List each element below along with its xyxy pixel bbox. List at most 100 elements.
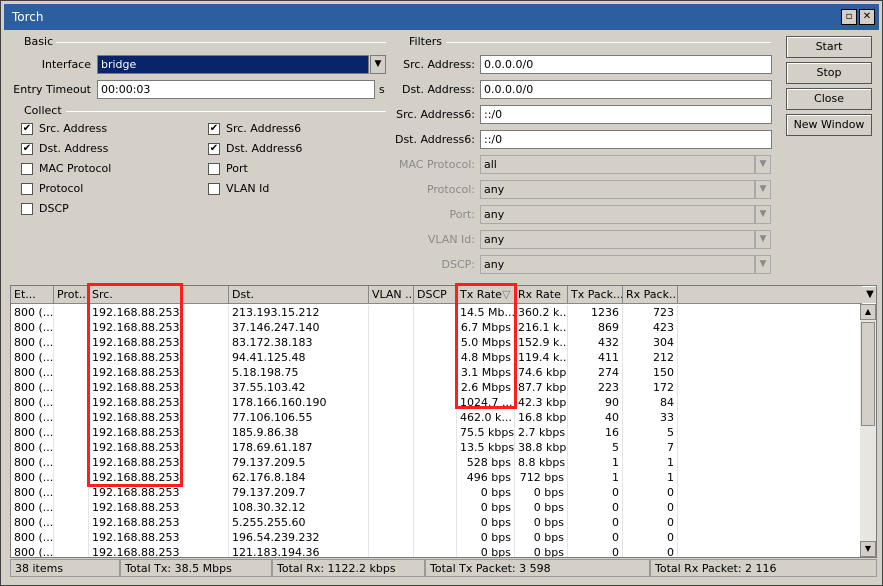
cell-dst: 196.54.239.232 (229, 530, 369, 545)
cell-vlan (369, 365, 414, 380)
vlan-id-select[interactable]: any (480, 230, 755, 249)
port-dropdown-icon[interactable]: ▼ (755, 205, 771, 224)
collect-dscp-checkbox[interactable]: DSCP (21, 202, 69, 215)
cell-dscp (414, 395, 457, 410)
table-row[interactable]: 800 (... 192.168.88.253 62.176.8.184 496 bp… (11, 470, 862, 485)
column-header-vlan[interactable]: VLAN ... (369, 286, 414, 304)
dscp-select[interactable]: any (480, 255, 755, 274)
table-row[interactable]: 800 (... 192.168.88.253 196.54.239.232 0 bp… (11, 530, 862, 545)
dst-address-label: Dst. Address: (401, 83, 475, 96)
interface-select[interactable]: bridge (97, 55, 369, 74)
protocol-select[interactable]: any (480, 180, 755, 199)
checkbox-empty-icon (208, 162, 220, 175)
cell-tx-rate: 14.5 Mb... (457, 305, 515, 320)
status-total-rx-packet: Total Rx Packet: 2 116 (650, 559, 877, 577)
cell-rx-packets: 0 (623, 500, 678, 515)
basic-divider (56, 42, 386, 43)
cell-vlan (369, 530, 414, 545)
start-button[interactable]: Start (786, 36, 872, 58)
dscp-dropdown-icon[interactable]: ▼ (755, 255, 771, 274)
collect-dst-address6-checkbox[interactable]: ✔ Dst. Address6 (208, 142, 302, 155)
table-row[interactable]: 800 (... 192.168.88.253 178.69.61.187 13.5 … (11, 440, 862, 455)
column-header-eth[interactable]: Et... (11, 286, 54, 304)
checkbox-empty-icon (208, 182, 220, 195)
status-items-count: 38 items (10, 559, 120, 577)
cell-rx-packets: 172 (623, 380, 678, 395)
table-row[interactable]: 800 (... 192.168.88.253 5.18.198.75 3.1 Mbp… (11, 365, 862, 380)
table-row[interactable]: 800 (... 192.168.88.253 108.30.32.12 0 bps 0… (11, 500, 862, 515)
table-row[interactable]: 800 (... 192.168.88.253 213.193.15.212 14.5… (11, 305, 862, 320)
table-row[interactable]: 800 (... 192.168.88.253 178.166.160.190 102… (11, 395, 862, 410)
vlan-id-dropdown-icon[interactable]: ▼ (755, 230, 771, 249)
src-address-input[interactable]: 0.0.0.0/0 (480, 55, 772, 74)
columns-menu-icon[interactable]: ▼ (862, 287, 876, 303)
cell-protocol (54, 425, 89, 440)
cell-eth: 800 (... (11, 440, 54, 455)
collect-mac-protocol-checkbox[interactable]: MAC Protocol (21, 162, 111, 175)
cell-protocol (54, 320, 89, 335)
cell-rx-packets: 150 (623, 365, 678, 380)
scroll-up-icon[interactable]: ▲ (860, 304, 876, 320)
column-header-tx-rate[interactable]: Tx Rate▽ (457, 286, 515, 304)
table-row[interactable]: 800 (... 192.168.88.253 37.55.103.42 2.6 Mb… (11, 380, 862, 395)
collect-src-address-checkbox[interactable]: ✔ Src. Address (21, 122, 107, 135)
cell-dscp (414, 320, 457, 335)
src-address6-input[interactable]: ::/0 (480, 105, 772, 124)
checkbox-label: VLAN Id (226, 182, 270, 195)
table-row[interactable]: 800 (... 192.168.88.253 94.41.125.48 4.8 Mb… (11, 350, 862, 365)
table-row[interactable]: 800 (... 192.168.88.253 5.255.255.60 0 bps 0… (11, 515, 862, 530)
cell-src: 192.168.88.253 (89, 470, 229, 485)
mac-protocol-select[interactable]: all (480, 155, 755, 174)
collect-protocol-checkbox[interactable]: Protocol (21, 182, 83, 195)
table-row[interactable]: 800 (... 192.168.88.253 79.137.209.7 0 bps 0… (11, 485, 862, 500)
table-row[interactable]: 800 (... 192.168.88.253 83.172.38.183 5.0 M… (11, 335, 862, 350)
table-row[interactable]: 800 (... 192.168.88.253 185.9.86.38 75.5 kb… (11, 425, 862, 440)
protocol-dropdown-icon[interactable]: ▼ (755, 180, 771, 199)
cell-rx-packets: 84 (623, 395, 678, 410)
column-header-protocol[interactable]: Prot... (54, 286, 89, 304)
port-select[interactable]: any (480, 205, 755, 224)
dst-address6-input[interactable]: ::/0 (480, 130, 772, 149)
column-header-dst[interactable]: Dst. (229, 286, 369, 304)
cell-dscp (414, 500, 457, 515)
table-row[interactable]: 800 (... 192.168.88.253 121.183.194.36 0 bp… (11, 545, 862, 557)
column-header-tx-packets[interactable]: Tx Pack... (568, 286, 623, 304)
cell-vlan (369, 410, 414, 425)
dst-address-input[interactable]: 0.0.0.0/0 (480, 80, 772, 99)
cell-protocol (54, 440, 89, 455)
close-window-icon[interactable]: ✕ (859, 9, 875, 25)
cell-tx-rate: 0 bps (457, 515, 515, 530)
cell-eth: 800 (... (11, 380, 54, 395)
collect-port-checkbox[interactable]: Port (208, 162, 248, 175)
new-window-button[interactable]: New Window (786, 114, 872, 136)
cell-tx-packets: 40 (568, 410, 623, 425)
column-header-rx-packets[interactable]: Rx Pack... (623, 286, 678, 304)
collect-dst-address-checkbox[interactable]: ✔ Dst. Address (21, 142, 108, 155)
cell-dscp (414, 305, 457, 320)
title-bar[interactable]: Torch ▫ ✕ (4, 4, 879, 30)
cell-dst: 178.69.61.187 (229, 440, 369, 455)
collect-src-address6-checkbox[interactable]: ✔ Src. Address6 (208, 122, 301, 135)
cell-rx-rate: 360.2 k... (515, 305, 568, 320)
cell-protocol (54, 545, 89, 557)
entry-timeout-unit: s (379, 83, 385, 96)
column-header-rx-rate[interactable]: Rx Rate (515, 286, 568, 304)
entry-timeout-input[interactable]: 00:00:03 (97, 80, 375, 99)
interface-dropdown-icon[interactable]: ▼ (370, 55, 386, 74)
stop-button[interactable]: Stop (786, 62, 872, 84)
cell-tx-packets: 432 (568, 335, 623, 350)
close-button[interactable]: Close (786, 88, 872, 110)
vertical-scrollbar[interactable]: ▲ ▼ (860, 304, 876, 557)
column-header-src[interactable]: Src. (89, 286, 229, 304)
table-row[interactable]: 800 (... 192.168.88.253 37.146.247.140 6.7 … (11, 320, 862, 335)
scroll-down-icon[interactable]: ▼ (860, 541, 876, 557)
restore-icon[interactable]: ▫ (841, 9, 857, 25)
scroll-thumb[interactable] (861, 322, 875, 426)
cell-tx-packets: 869 (568, 320, 623, 335)
collect-vlan-id-checkbox[interactable]: VLAN Id (208, 182, 269, 195)
table-row[interactable]: 800 (... 192.168.88.253 77.106.106.55 462.0… (11, 410, 862, 425)
mac-protocol-dropdown-icon[interactable]: ▼ (755, 155, 771, 174)
table-row[interactable]: 800 (... 192.168.88.253 79.137.209.5 528 bp… (11, 455, 862, 470)
column-header-dscp[interactable]: DSCP (414, 286, 457, 304)
status-total-tx-packet: Total Tx Packet: 3 598 (425, 559, 650, 577)
